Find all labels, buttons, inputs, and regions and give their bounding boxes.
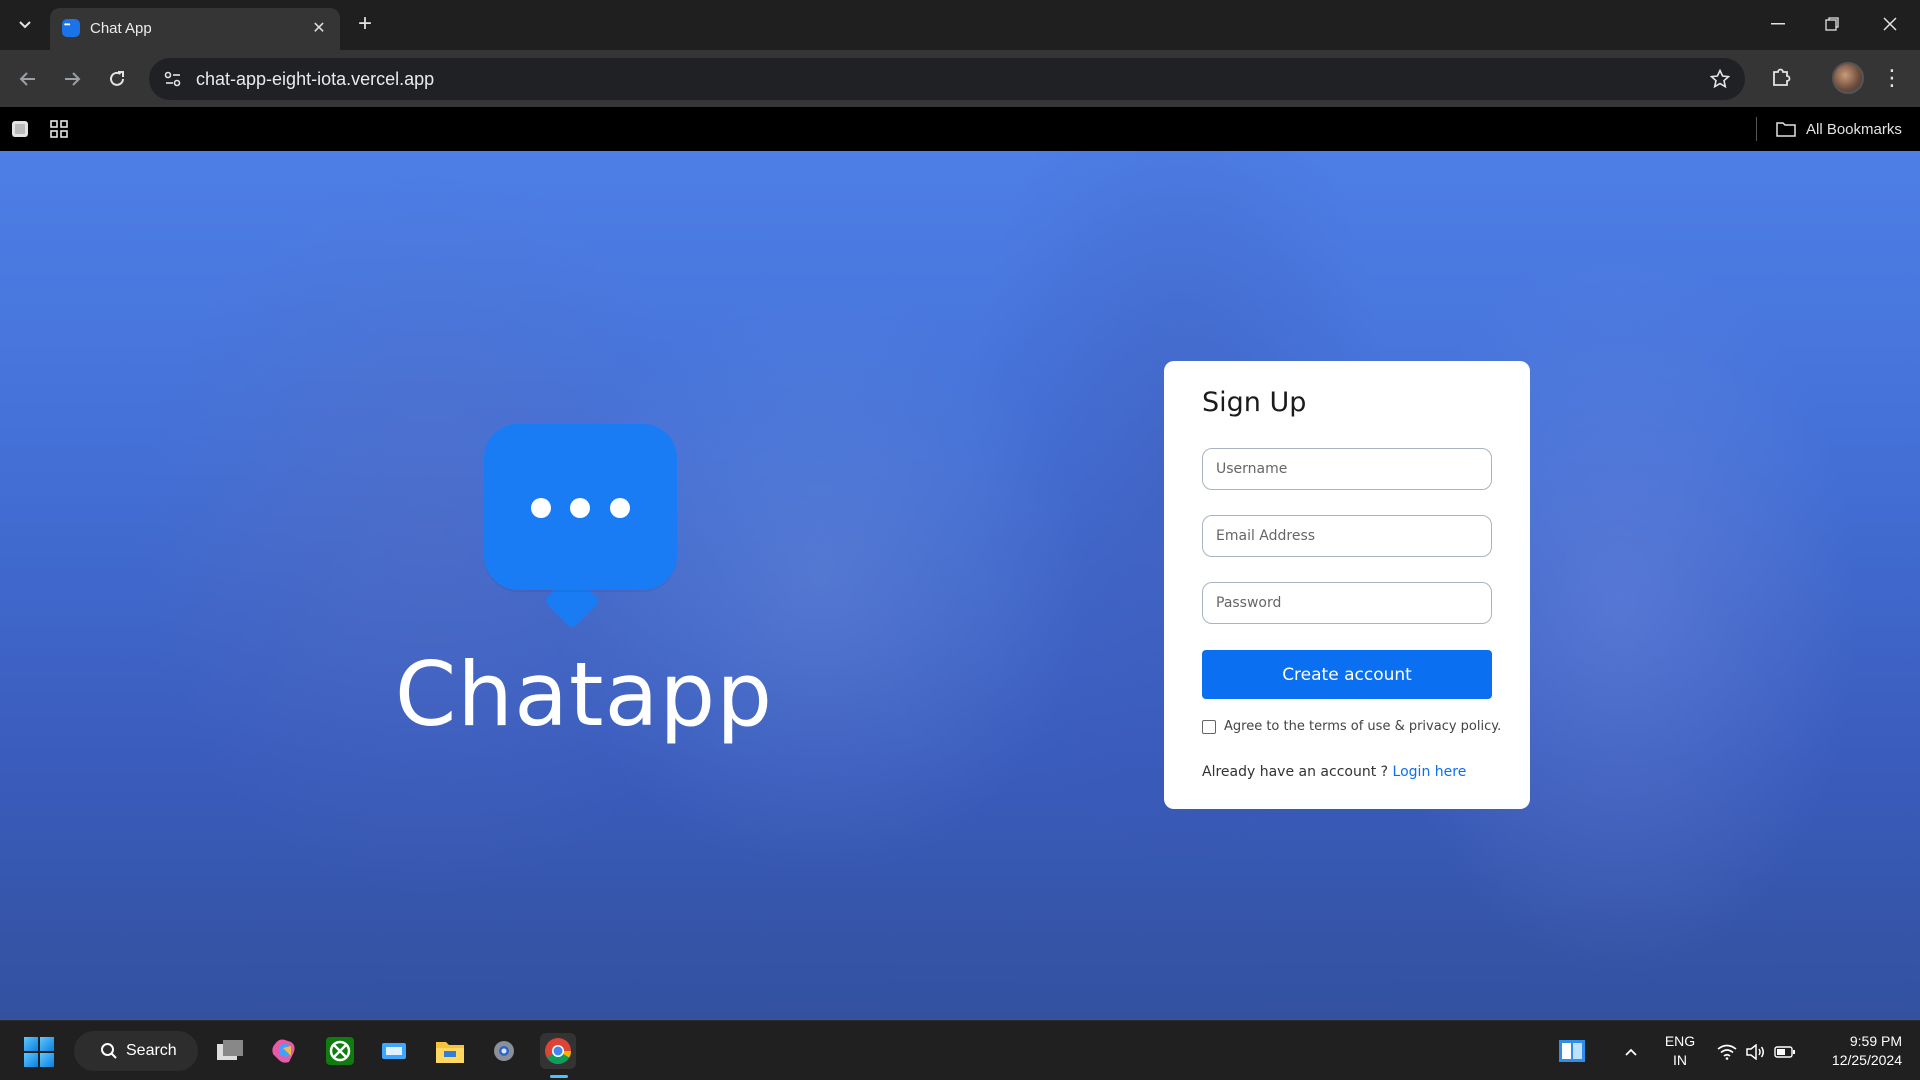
copilot-icon[interactable]	[266, 1033, 302, 1069]
back-arrow-icon[interactable]	[12, 63, 44, 95]
close-window-icon[interactable]	[1868, 6, 1912, 42]
bookmark-star-icon[interactable]	[1707, 66, 1733, 92]
restore-icon[interactable]	[1810, 6, 1854, 42]
clock-time: 9:59 PM	[1849, 1033, 1902, 1049]
tab-title: Chat App	[90, 20, 152, 37]
minimize-icon[interactable]	[1756, 6, 1800, 42]
widgets-icon[interactable]	[1554, 1033, 1590, 1069]
active-app-indicator	[550, 1075, 568, 1078]
volume-icon[interactable]	[1744, 1041, 1766, 1063]
password-input[interactable]	[1202, 582, 1492, 624]
wifi-icon[interactable]	[1716, 1041, 1738, 1063]
language-region: IN	[1673, 1052, 1687, 1068]
page-background: Chatapp Sign Up Create account Agree to …	[0, 151, 1920, 1020]
bookmarks-separator	[1756, 117, 1757, 141]
browser-menu-kebab-icon[interactable]: ⋮	[1880, 62, 1904, 94]
tab-close-icon[interactable]: ✕	[308, 17, 330, 39]
all-bookmarks-label: All Bookmarks	[1806, 120, 1902, 138]
bubble-dot	[570, 498, 590, 518]
terms-agreement: Agree to the terms of use & privacy poli…	[1202, 719, 1501, 734]
store-app-icon[interactable]	[376, 1033, 412, 1069]
brand-name: Chatapp	[394, 643, 774, 746]
chatapp-logo: Chatapp	[384, 421, 784, 751]
chrome-icon[interactable]	[540, 1033, 576, 1069]
windows-start-icon[interactable]	[24, 1037, 54, 1067]
email-input[interactable]	[1202, 515, 1492, 557]
file-explorer-icon[interactable]	[432, 1033, 468, 1069]
address-bar[interactable]: chat-app-eight-iota.vercel.app	[149, 58, 1745, 100]
extensions-puzzle-icon[interactable]	[1766, 62, 1796, 92]
xbox-icon[interactable]	[322, 1033, 358, 1069]
battery-icon[interactable]	[1774, 1041, 1796, 1063]
terms-checkbox[interactable]	[1202, 719, 1216, 734]
task-view-icon[interactable]	[212, 1033, 248, 1069]
folder-icon	[1776, 122, 1796, 137]
login-prompt-text: Already have an account ?	[1202, 764, 1389, 780]
settings-gear-icon[interactable]	[486, 1033, 522, 1069]
tab-groups-icon[interactable]	[8, 117, 32, 141]
tab-search-chevron-icon[interactable]	[12, 12, 38, 38]
bubble-dot	[531, 498, 551, 518]
taskbar-search-label: Search	[126, 1042, 177, 1059]
bookmarks-bar: All Bookmarks	[0, 107, 1920, 151]
reload-icon[interactable]	[101, 63, 133, 95]
login-link[interactable]: Login here	[1393, 764, 1467, 780]
search-icon	[101, 1043, 117, 1059]
clock[interactable]: 9:59 PM 12/25/2024	[1812, 1032, 1902, 1070]
bubble-dot	[610, 498, 630, 518]
windows-taskbar: Search ENG IN 9:59 PM 12/25/2024	[0, 1020, 1920, 1080]
terms-label: Agree to the terms of use & privacy poli…	[1224, 719, 1502, 734]
url-text[interactable]: chat-app-eight-iota.vercel.app	[196, 69, 434, 90]
profile-avatar[interactable]	[1832, 62, 1864, 94]
apps-grid-icon[interactable]	[47, 117, 71, 141]
chat-bubble-icon	[484, 424, 677, 590]
forward-arrow-icon[interactable]	[56, 63, 88, 95]
taskbar-search[interactable]: Search	[74, 1031, 198, 1071]
username-input[interactable]	[1202, 448, 1492, 490]
login-prompt: Already have an account ? Login here	[1202, 764, 1466, 780]
site-settings-icon[interactable]	[161, 67, 185, 91]
clock-date: 12/25/2024	[1831, 1052, 1902, 1068]
language-code: ENG	[1664, 1033, 1696, 1049]
language-indicator[interactable]: ENG IN	[1664, 1032, 1696, 1070]
browser-toolbar: chat-app-eight-iota.vercel.app ⋮	[0, 50, 1920, 107]
all-bookmarks-button[interactable]: All Bookmarks	[1776, 116, 1902, 142]
browser-tabbar: Chat App ✕ +	[0, 0, 1920, 50]
new-tab-plus-icon[interactable]: +	[352, 10, 378, 37]
create-account-button[interactable]: Create account	[1202, 650, 1492, 699]
show-hidden-icons-chevron-icon[interactable]	[1620, 1041, 1642, 1063]
browser-tab-active[interactable]: Chat App ✕	[50, 8, 340, 50]
chat-favicon-icon	[62, 19, 80, 37]
signup-card: Sign Up Create account Agree to the term…	[1164, 361, 1530, 809]
signup-title: Sign Up	[1202, 387, 1307, 418]
